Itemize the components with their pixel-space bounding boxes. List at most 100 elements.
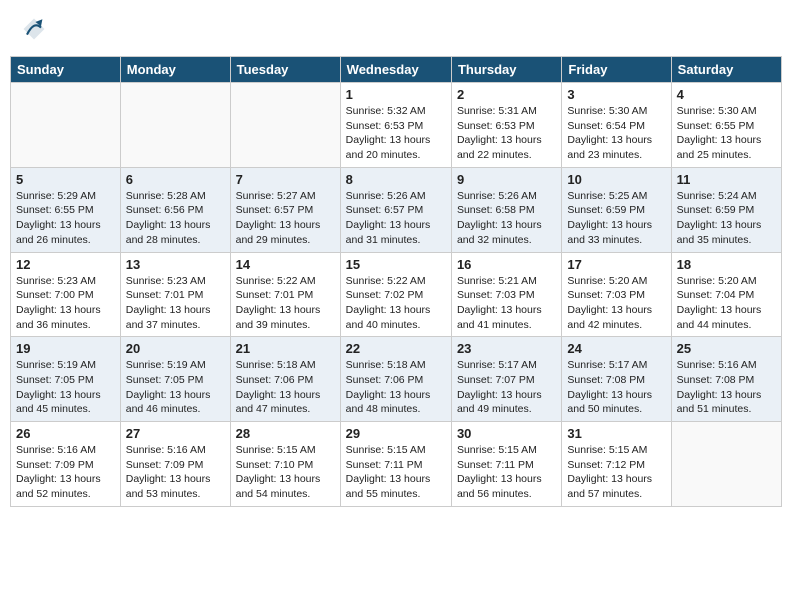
column-header-thursday: Thursday	[451, 57, 561, 83]
calendar-cell	[671, 422, 781, 507]
day-info: Sunrise: 5:20 AM Sunset: 7:03 PM Dayligh…	[567, 274, 665, 333]
day-number: 11	[677, 172, 776, 187]
day-number: 19	[16, 341, 115, 356]
calendar-cell: 3 Sunrise: 5:30 AM Sunset: 6:54 PM Daylig…	[562, 83, 671, 168]
day-number: 5	[16, 172, 115, 187]
calendar-cell: 4 Sunrise: 5:30 AM Sunset: 6:55 PM Daylig…	[671, 83, 781, 168]
calendar-table: SundayMondayTuesdayWednesdayThursdayFrid…	[10, 56, 782, 507]
day-number: 6	[126, 172, 225, 187]
calendar-week-1: 1Sunrise: 5:32 AM Sunset: 6:53 PM Daylig…	[11, 83, 782, 168]
day-number: 15	[346, 257, 446, 272]
day-info: Sunrise: 5:22 AM Sunset: 7:02 PM Dayligh…	[346, 274, 446, 333]
calendar-cell: 29 Sunrise: 5:15 AM Sunset: 7:11 PM Dayli…	[340, 422, 451, 507]
calendar-cell: 14Sunrise: 5:22 AM Sunset: 7:01 PM Dayli…	[230, 252, 340, 337]
day-info: Sunrise: 5:15 AM Sunset: 7:10 PM Dayligh…	[236, 443, 335, 502]
calendar-cell: 2Sunrise: 5:31 AM Sunset: 6:53 PM Daylig…	[451, 83, 561, 168]
day-number: 29	[346, 426, 446, 441]
day-number: 4	[677, 87, 776, 102]
calendar-cell: 8 Sunrise: 5:26 AM Sunset: 6:57 PM Daylig…	[340, 167, 451, 252]
day-number: 18	[677, 257, 776, 272]
column-header-sunday: Sunday	[11, 57, 121, 83]
day-info: Sunrise: 5:27 AM Sunset: 6:57 PM Dayligh…	[236, 189, 335, 248]
calendar-cell: 9Sunrise: 5:26 AM Sunset: 6:58 PM Daylig…	[451, 167, 561, 252]
day-number: 23	[457, 341, 556, 356]
calendar-cell: 26 Sunrise: 5:16 AM Sunset: 7:09 PM Dayli…	[11, 422, 121, 507]
day-number: 16	[457, 257, 556, 272]
column-header-tuesday: Tuesday	[230, 57, 340, 83]
calendar-cell: 12Sunrise: 5:23 AM Sunset: 7:00 PM Dayli…	[11, 252, 121, 337]
calendar-cell: 20 Sunrise: 5:19 AM Sunset: 7:05 PM Dayli…	[120, 337, 230, 422]
day-info: Sunrise: 5:17 AM Sunset: 7:07 PM Dayligh…	[457, 358, 556, 417]
day-info: Sunrise: 5:26 AM Sunset: 6:57 PM Dayligh…	[346, 189, 446, 248]
logo-icon	[20, 15, 48, 43]
day-number: 12	[16, 257, 115, 272]
day-number: 20	[126, 341, 225, 356]
day-info: Sunrise: 5:24 AM Sunset: 6:59 PM Dayligh…	[677, 189, 776, 248]
calendar-week-2: 5 Sunrise: 5:29 AM Sunset: 6:55 PM Daylig…	[11, 167, 782, 252]
calendar-header-row: SundayMondayTuesdayWednesdayThursdayFrid…	[11, 57, 782, 83]
day-number: 27	[126, 426, 225, 441]
day-info: Sunrise: 5:25 AM Sunset: 6:59 PM Dayligh…	[567, 189, 665, 248]
calendar-week-4: 19 Sunrise: 5:19 AM Sunset: 7:05 PM Dayli…	[11, 337, 782, 422]
calendar-cell: 17 Sunrise: 5:20 AM Sunset: 7:03 PM Dayli…	[562, 252, 671, 337]
day-info: Sunrise: 5:18 AM Sunset: 7:06 PM Dayligh…	[346, 358, 446, 417]
day-number: 17	[567, 257, 665, 272]
day-number: 13	[126, 257, 225, 272]
calendar-cell: 18 Sunrise: 5:20 AM Sunset: 7:04 PM Dayli…	[671, 252, 781, 337]
calendar-cell: 10 Sunrise: 5:25 AM Sunset: 6:59 PM Dayli…	[562, 167, 671, 252]
day-number: 24	[567, 341, 665, 356]
column-header-friday: Friday	[562, 57, 671, 83]
day-info: Sunrise: 5:15 AM Sunset: 7:11 PM Dayligh…	[457, 443, 556, 502]
calendar-cell	[120, 83, 230, 168]
day-info: Sunrise: 5:30 AM Sunset: 6:55 PM Dayligh…	[677, 104, 776, 163]
calendar-cell	[230, 83, 340, 168]
calendar-cell: 1Sunrise: 5:32 AM Sunset: 6:53 PM Daylig…	[340, 83, 451, 168]
day-info: Sunrise: 5:20 AM Sunset: 7:04 PM Dayligh…	[677, 274, 776, 333]
day-info: Sunrise: 5:22 AM Sunset: 7:01 PM Dayligh…	[236, 274, 335, 333]
day-number: 3	[567, 87, 665, 102]
calendar-cell: 13 Sunrise: 5:23 AM Sunset: 7:01 PM Dayli…	[120, 252, 230, 337]
day-info: Sunrise: 5:15 AM Sunset: 7:12 PM Dayligh…	[567, 443, 665, 502]
column-header-monday: Monday	[120, 57, 230, 83]
day-number: 10	[567, 172, 665, 187]
calendar-cell: 27 Sunrise: 5:16 AM Sunset: 7:09 PM Dayli…	[120, 422, 230, 507]
day-info: Sunrise: 5:16 AM Sunset: 7:08 PM Dayligh…	[677, 358, 776, 417]
day-number: 31	[567, 426, 665, 441]
day-number: 30	[457, 426, 556, 441]
calendar-cell: 15 Sunrise: 5:22 AM Sunset: 7:02 PM Dayli…	[340, 252, 451, 337]
day-info: Sunrise: 5:16 AM Sunset: 7:09 PM Dayligh…	[126, 443, 225, 502]
day-info: Sunrise: 5:17 AM Sunset: 7:08 PM Dayligh…	[567, 358, 665, 417]
day-info: Sunrise: 5:15 AM Sunset: 7:11 PM Dayligh…	[346, 443, 446, 502]
day-number: 1	[346, 87, 446, 102]
day-number: 8	[346, 172, 446, 187]
day-info: Sunrise: 5:21 AM Sunset: 7:03 PM Dayligh…	[457, 274, 556, 333]
calendar-cell: 28 Sunrise: 5:15 AM Sunset: 7:10 PM Dayli…	[230, 422, 340, 507]
calendar-cell: 5 Sunrise: 5:29 AM Sunset: 6:55 PM Daylig…	[11, 167, 121, 252]
calendar-cell: 22 Sunrise: 5:18 AM Sunset: 7:06 PM Dayli…	[340, 337, 451, 422]
day-info: Sunrise: 5:30 AM Sunset: 6:54 PM Dayligh…	[567, 104, 665, 163]
calendar-cell: 19 Sunrise: 5:19 AM Sunset: 7:05 PM Dayli…	[11, 337, 121, 422]
calendar-cell: 11 Sunrise: 5:24 AM Sunset: 6:59 PM Dayli…	[671, 167, 781, 252]
calendar-cell: 31 Sunrise: 5:15 AM Sunset: 7:12 PM Dayli…	[562, 422, 671, 507]
calendar-cell: 7 Sunrise: 5:27 AM Sunset: 6:57 PM Daylig…	[230, 167, 340, 252]
column-header-wednesday: Wednesday	[340, 57, 451, 83]
calendar-cell: 23 Sunrise: 5:17 AM Sunset: 7:07 PM Dayli…	[451, 337, 561, 422]
calendar-cell: 30 Sunrise: 5:15 AM Sunset: 7:11 PM Dayli…	[451, 422, 561, 507]
day-info: Sunrise: 5:29 AM Sunset: 6:55 PM Dayligh…	[16, 189, 115, 248]
calendar-week-3: 12Sunrise: 5:23 AM Sunset: 7:00 PM Dayli…	[11, 252, 782, 337]
day-info: Sunrise: 5:19 AM Sunset: 7:05 PM Dayligh…	[16, 358, 115, 417]
page-header	[10, 10, 782, 48]
day-info: Sunrise: 5:19 AM Sunset: 7:05 PM Dayligh…	[126, 358, 225, 417]
day-number: 25	[677, 341, 776, 356]
logo	[20, 15, 52, 43]
day-info: Sunrise: 5:16 AM Sunset: 7:09 PM Dayligh…	[16, 443, 115, 502]
day-number: 28	[236, 426, 335, 441]
day-info: Sunrise: 5:31 AM Sunset: 6:53 PM Dayligh…	[457, 104, 556, 163]
day-number: 26	[16, 426, 115, 441]
day-info: Sunrise: 5:23 AM Sunset: 7:01 PM Dayligh…	[126, 274, 225, 333]
day-number: 21	[236, 341, 335, 356]
day-number: 22	[346, 341, 446, 356]
calendar-cell: 25 Sunrise: 5:16 AM Sunset: 7:08 PM Dayli…	[671, 337, 781, 422]
calendar-cell	[11, 83, 121, 168]
day-number: 7	[236, 172, 335, 187]
